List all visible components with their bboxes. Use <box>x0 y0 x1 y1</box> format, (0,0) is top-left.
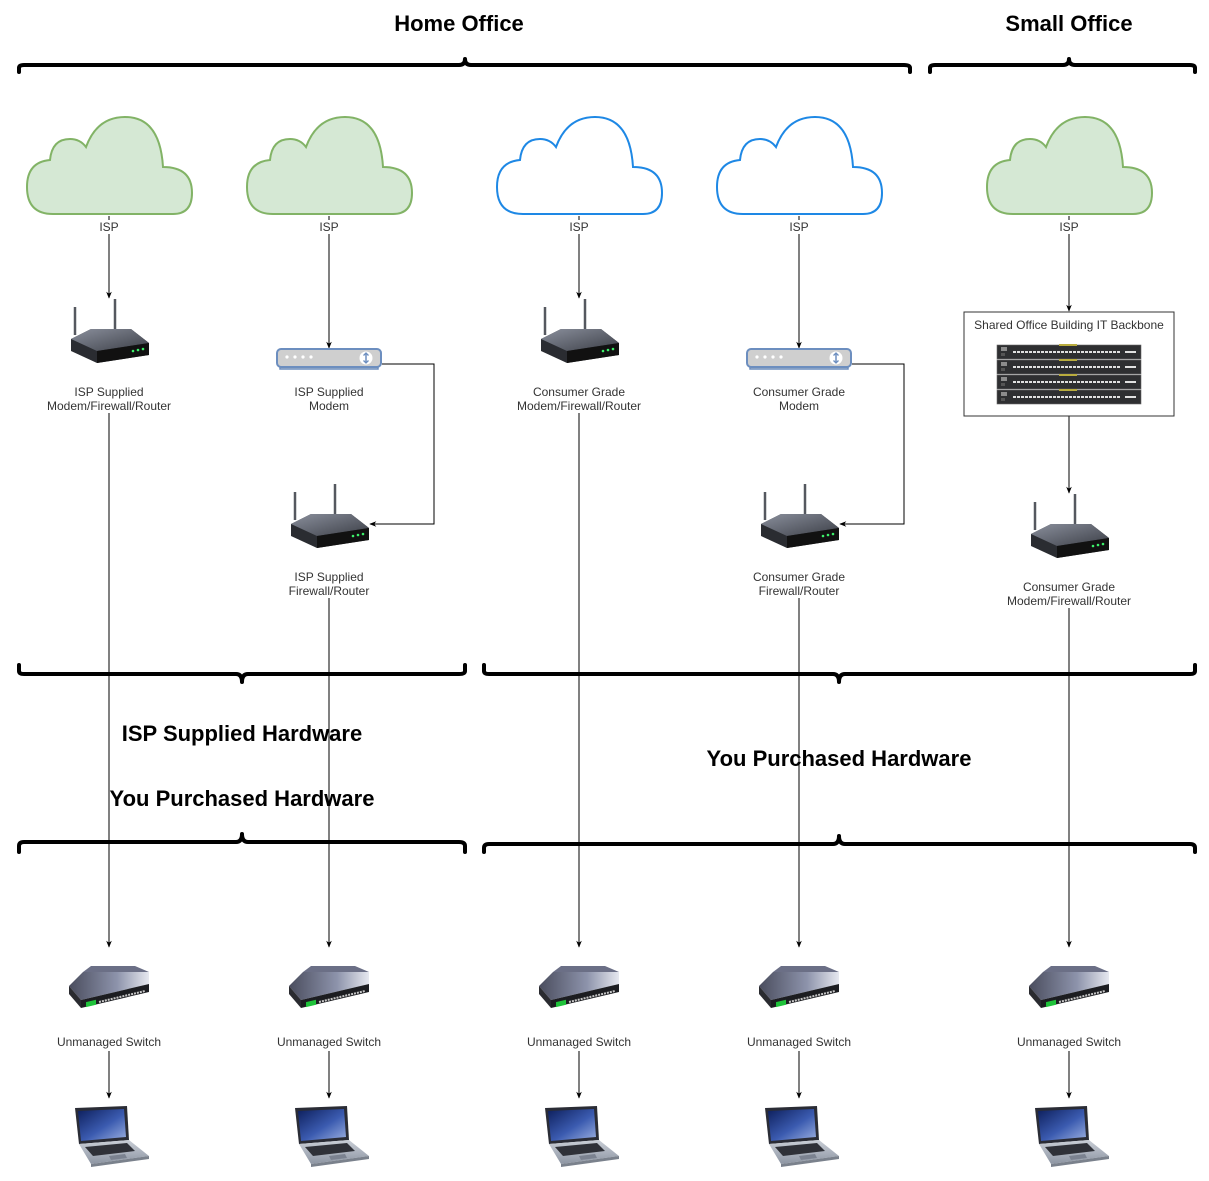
laptop-icon[interactable] <box>765 1106 839 1167</box>
router-graphic <box>1029 492 1111 560</box>
isp-cloud-icon <box>25 115 194 215</box>
nodes: ISPISP SuppliedModem/Firewall/RouterUnma… <box>25 115 1175 1167</box>
modem-graphic <box>276 348 382 370</box>
router-label: Modem/Firewall/Router <box>47 399 171 413</box>
laptop-graphic <box>75 1106 149 1167</box>
router-icon[interactable] <box>539 297 621 365</box>
rack-unit <box>996 343 1142 360</box>
router-label: Consumer Grade <box>753 570 845 584</box>
brace-home-office <box>17 57 912 74</box>
modem-label: ISP Supplied <box>294 385 363 399</box>
brace-isp-supplied-hardware <box>17 663 467 684</box>
router-label: ISP Supplied <box>74 385 143 399</box>
isp-cloud-icon <box>245 115 414 215</box>
brace-you-purchased-left <box>17 832 467 854</box>
network-diagram: Home Office Small Office ISP Supplied Ha… <box>17 11 1197 1167</box>
group-title-home-office: Home Office <box>394 11 524 36</box>
laptop-icon[interactable] <box>295 1106 369 1167</box>
router-label: Modem/Firewall/Router <box>1007 594 1131 608</box>
switch-graphic <box>68 965 150 1009</box>
cloud-shape <box>985 115 1154 215</box>
cloud-label: ISP <box>1059 220 1078 234</box>
modem-icon[interactable] <box>746 348 852 370</box>
router-icon[interactable] <box>69 297 151 365</box>
switch-graphic <box>758 965 840 1009</box>
laptop-icon[interactable] <box>545 1106 619 1167</box>
isp-cloud-icon <box>985 115 1154 215</box>
laptop-graphic <box>295 1106 369 1167</box>
unmanaged-switch-icon[interactable] <box>1028 965 1110 1009</box>
laptop-graphic <box>765 1106 839 1167</box>
modem-icon[interactable] <box>276 348 382 370</box>
isp-cloud-icon <box>495 115 664 215</box>
backbone-label: Shared Office Building IT Backbone <box>974 318 1164 332</box>
cloud-label: ISP <box>319 220 338 234</box>
router-graphic <box>539 297 621 365</box>
unmanaged-switch-icon[interactable] <box>538 965 620 1009</box>
modem-graphic <box>746 348 852 370</box>
cloud-shape <box>245 115 414 215</box>
switch-label: Unmanaged Switch <box>527 1035 631 1049</box>
cloud-label: ISP <box>789 220 808 234</box>
isp-cloud-icon <box>715 115 884 215</box>
router-label: Firewall/Router <box>289 584 370 598</box>
modem-label: Modem <box>779 399 819 413</box>
unmanaged-switch-icon[interactable] <box>758 965 840 1009</box>
laptop-graphic <box>545 1106 619 1167</box>
laptop-icon[interactable] <box>1035 1106 1109 1167</box>
router-label: Consumer Grade <box>533 385 625 399</box>
router-label: Firewall/Router <box>759 584 840 598</box>
router-icon[interactable] <box>759 482 841 550</box>
band-title-you-purchased-right: You Purchased Hardware <box>707 746 972 771</box>
switch-label: Unmanaged Switch <box>1017 1035 1121 1049</box>
modem-label: Consumer Grade <box>753 385 845 399</box>
band-title-you-purchased-left: You Purchased Hardware <box>110 786 375 811</box>
brace-small-office <box>928 57 1197 74</box>
group-title-small-office: Small Office <box>1005 11 1132 36</box>
router-graphic <box>289 482 371 550</box>
switch-graphic <box>1028 965 1110 1009</box>
router-graphic <box>759 482 841 550</box>
band-title-isp-supplied: ISP Supplied Hardware <box>122 721 362 746</box>
cloud-label: ISP <box>99 220 118 234</box>
router-icon[interactable] <box>289 482 371 550</box>
laptop-graphic <box>1035 1106 1109 1167</box>
brace-you-purchased-right-bottom <box>482 834 1197 854</box>
rack-switch-stack-icon <box>996 343 1142 405</box>
switch-label: Unmanaged Switch <box>277 1035 381 1049</box>
switch-graphic <box>288 965 370 1009</box>
router-graphic <box>69 297 151 365</box>
switch-label: Unmanaged Switch <box>747 1035 851 1049</box>
switch-graphic <box>538 965 620 1009</box>
cloud-label: ISP <box>569 220 588 234</box>
router-label: Consumer Grade <box>1023 580 1115 594</box>
edge-modem-to-router <box>369 363 435 527</box>
cloud-shape <box>495 115 664 215</box>
brace-you-purchased-right-top <box>482 663 1197 684</box>
unmanaged-switch-icon[interactable] <box>68 965 150 1009</box>
cloud-shape <box>25 115 194 215</box>
rack-unit <box>996 388 1142 405</box>
router-label: ISP Supplied <box>294 570 363 584</box>
laptop-icon[interactable] <box>75 1106 149 1167</box>
router-label: Modem/Firewall/Router <box>517 399 641 413</box>
rack-unit <box>996 373 1142 390</box>
unmanaged-switch-icon[interactable] <box>288 965 370 1009</box>
switch-label: Unmanaged Switch <box>57 1035 161 1049</box>
router-icon[interactable] <box>1029 492 1111 560</box>
edge-modem-to-router <box>839 363 905 527</box>
backbone-container[interactable]: Shared Office Building IT Backbone <box>963 311 1175 417</box>
cloud-shape <box>715 115 884 215</box>
modem-label: Modem <box>309 399 349 413</box>
rack-unit <box>996 358 1142 375</box>
